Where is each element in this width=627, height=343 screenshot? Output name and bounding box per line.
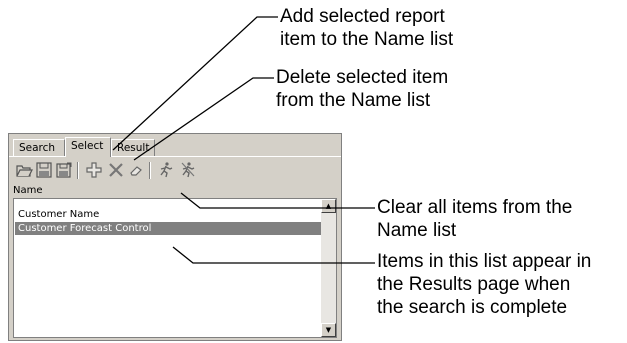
scroll-up-arrow-icon[interactable]: ▲ xyxy=(321,199,336,213)
name-column-header: Name xyxy=(13,185,43,196)
tab-divider xyxy=(9,156,341,157)
vertical-scrollbar[interactable]: ▲ ▼ xyxy=(321,199,336,337)
list-item[interactable]: Customer Name xyxy=(15,208,314,221)
leader-line-add xyxy=(112,16,278,151)
tab-select[interactable]: Select xyxy=(65,137,111,157)
run-icon[interactable] xyxy=(157,161,175,179)
tab-results[interactable]: Result xyxy=(111,139,155,156)
callout-items-list: Items in this list appear in the Results… xyxy=(377,251,592,318)
open-folder-icon[interactable] xyxy=(15,161,33,179)
toolbar-separator xyxy=(77,162,79,179)
name-list[interactable]: Customer Name Customer Forecast Control … xyxy=(13,198,337,338)
scroll-down-arrow-icon[interactable]: ▼ xyxy=(321,323,336,337)
save-as-icon[interactable] xyxy=(55,161,73,179)
add-icon[interactable] xyxy=(85,161,103,179)
run-all-icon[interactable] xyxy=(179,161,197,179)
clear-icon[interactable] xyxy=(127,161,145,179)
delete-icon[interactable] xyxy=(107,161,125,179)
callout-add-item: Add selected report item to the Name lis… xyxy=(280,6,454,50)
callout-delete-item: Delete selected item from the Name list xyxy=(276,67,449,111)
list-item-selected[interactable]: Customer Forecast Control xyxy=(15,222,322,235)
select-panel: Search Select Result Name Customer Name … xyxy=(8,133,342,341)
tab-search[interactable]: Search xyxy=(13,139,65,156)
toolbar xyxy=(15,161,335,181)
callout-clear-items: Clear all items from the Name list xyxy=(377,197,573,241)
toolbar-separator xyxy=(149,162,151,179)
save-icon[interactable] xyxy=(35,161,53,179)
